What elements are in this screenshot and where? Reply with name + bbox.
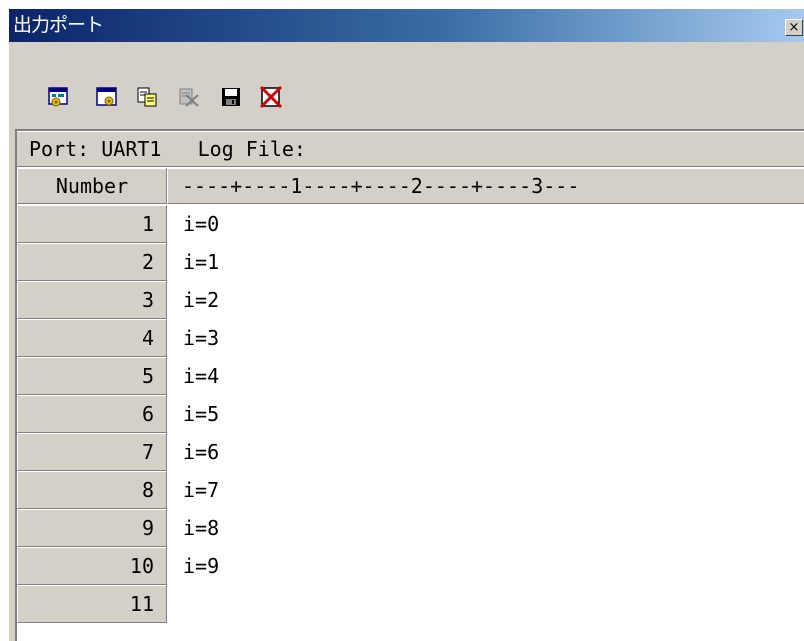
settings-window-icon [48,87,68,107]
copy-icon [137,87,157,107]
row-number[interactable]: 9 [17,509,167,547]
table-row[interactable]: 7 i=6 [17,433,804,471]
row-number[interactable]: 2 [17,243,167,281]
row-text: i=4 [183,364,220,388]
row-text: i=3 [183,326,220,350]
title-bar[interactable]: 出力ポート × [9,9,804,42]
row-number[interactable]: 7 [17,433,167,471]
row-number[interactable]: 8 [17,471,167,509]
copy-button[interactable] [133,83,161,111]
row-number[interactable]: 10 [17,547,167,585]
port-info-bar: Port: UART1 Log File: [17,131,804,167]
output-port-window: 出力ポート × Port: UART1 Log File: Number ---… [8,8,804,641]
number-column-header[interactable]: Number [17,168,167,204]
close-button[interactable]: × [785,19,803,36]
row-number[interactable]: 11 [17,585,167,623]
row-text: i=1 [183,250,220,274]
window-title: 出力ポート [13,14,104,36]
settings-window-button[interactable] [45,83,73,111]
table-row[interactable]: 4 i=3 [17,319,804,357]
window-settings-button[interactable] [93,83,121,111]
row-text: i=9 [183,554,220,578]
save-button[interactable] [217,83,245,111]
row-text: i=5 [183,402,220,426]
table-row[interactable]: 9 i=8 [17,509,804,547]
delete-icon [259,85,283,109]
row-number[interactable]: 5 [17,357,167,395]
row-text: i=6 [183,440,220,464]
row-number[interactable]: 6 [17,395,167,433]
table-row[interactable]: 10 i=9 [17,547,804,585]
row-text: i=8 [183,516,220,540]
delete-button[interactable] [257,83,285,111]
row-text: i=2 [183,288,220,312]
output-grid[interactable]: Port: UART1 Log File: Number ----+----1-… [15,129,804,641]
window-settings-icon [96,87,117,106]
row-number[interactable]: 1 [17,205,167,243]
row-number[interactable]: 4 [17,319,167,357]
column-ruler: ----+----1----+----2----+----3--- [167,168,804,204]
grid-header-row: Number ----+----1----+----2----+----3--- [17,168,804,204]
save-icon [222,88,240,106]
row-number[interactable]: 3 [17,281,167,319]
table-row[interactable]: 8 i=7 [17,471,804,509]
toolbar [9,43,804,123]
table-row[interactable]: 6 i=5 [17,395,804,433]
row-text: i=7 [183,478,220,502]
clear-button[interactable] [175,83,203,111]
clear-icon [179,88,199,107]
table-row[interactable]: 2 i=1 [17,243,804,281]
row-text: i=0 [183,212,220,236]
table-row[interactable]: 11 [17,585,804,623]
table-row[interactable]: 1 i=0 [17,205,804,243]
table-row[interactable]: 3 i=2 [17,281,804,319]
table-row[interactable]: 5 i=4 [17,357,804,395]
